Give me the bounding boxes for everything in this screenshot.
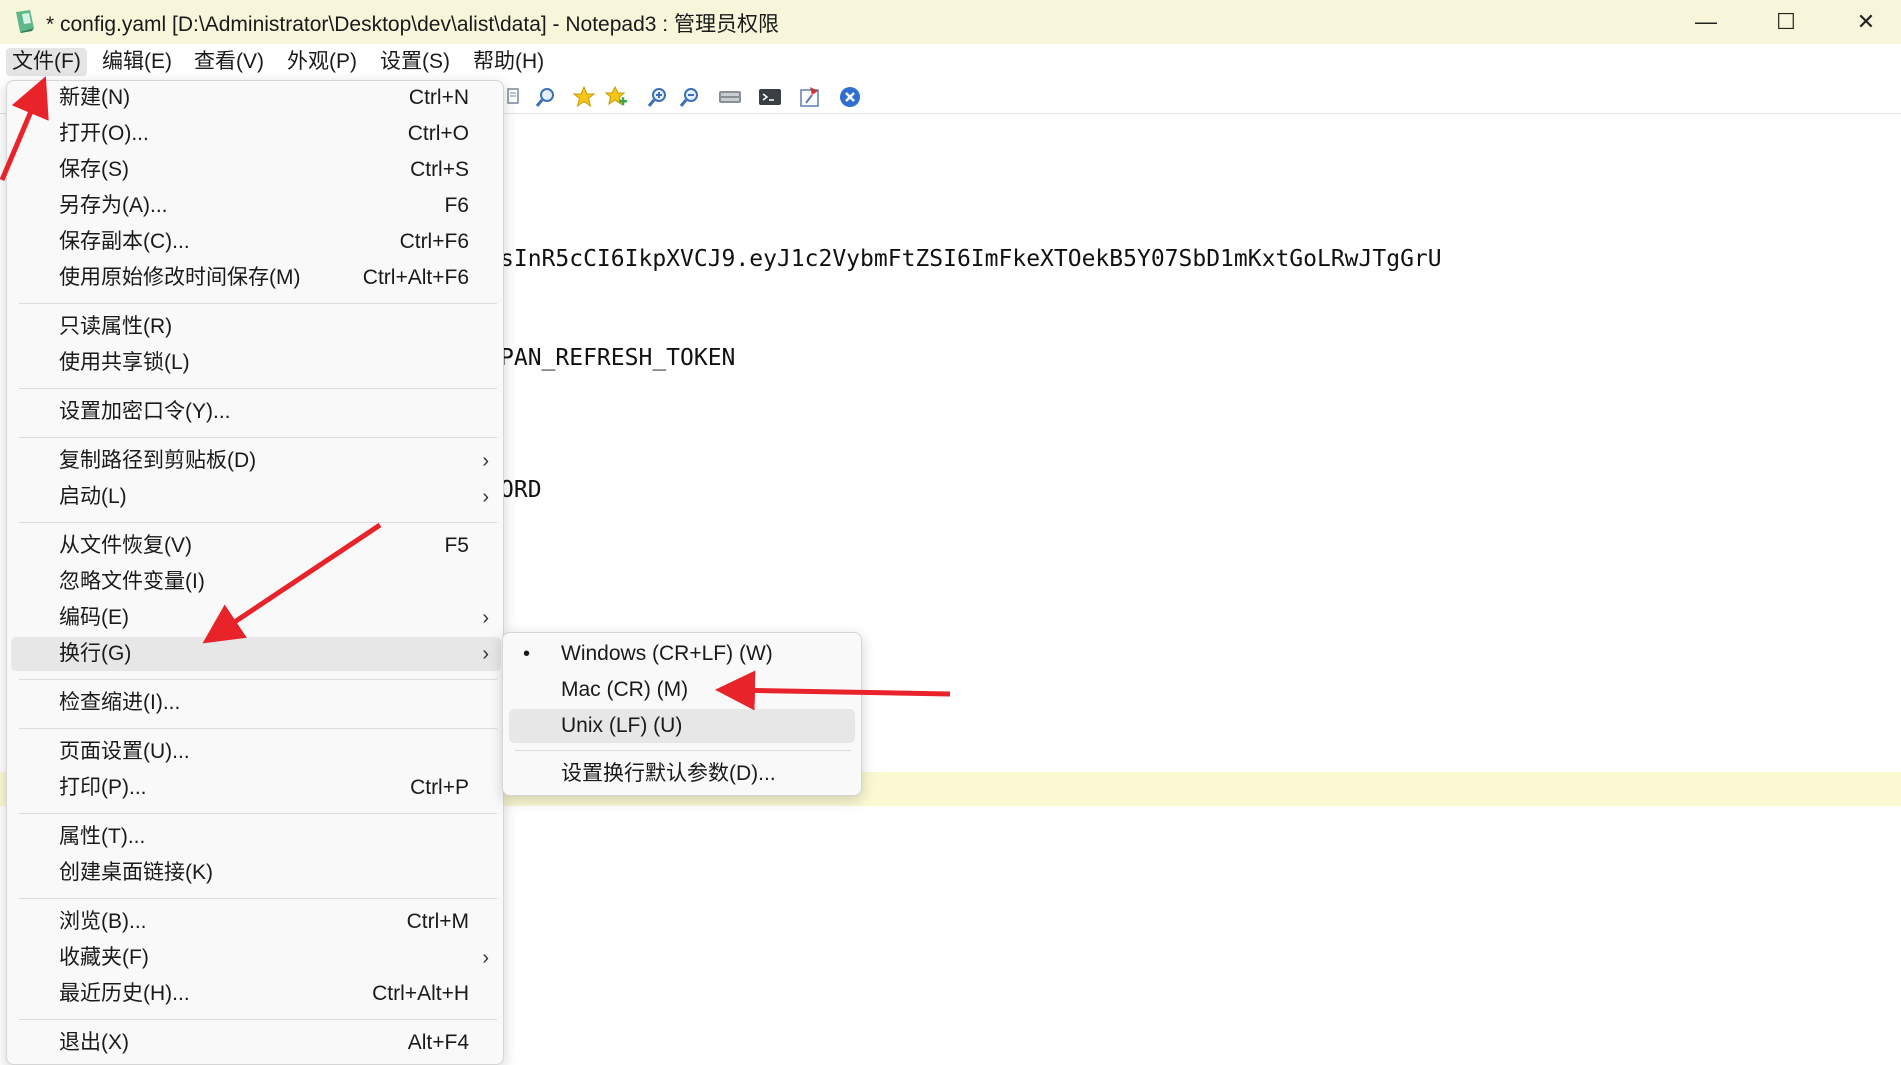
menu-separator [19,898,497,899]
menu-item-new[interactable]: 新建(N) Ctrl+N [11,81,501,115]
menu-separator [19,303,497,304]
window-title: * config.yaml [D:\Administrator\Desktop\… [46,13,779,36]
close-circle-icon[interactable] [838,85,862,109]
zoom-out-icon[interactable] [678,85,702,109]
menu-item-recent-history[interactable]: 最近历史(H)... Ctrl+Alt+H [11,977,501,1011]
editor-line: PAN_REFRESH_TOKEN [500,345,736,371]
menu-item-launch[interactable]: 启动(L) › [11,480,501,514]
minimize-icon: — [1695,9,1717,34]
menu-item-properties[interactable]: 属性(T)... [11,820,501,854]
chevron-right-icon: › [482,450,489,472]
submenu-item-windows-crlf[interactable]: • Windows (CR+LF) (W) [509,637,855,671]
chevron-right-icon: › [482,607,489,629]
menu-separator [515,750,851,751]
pin-icon[interactable] [798,85,822,109]
chevron-right-icon: › [482,643,489,665]
menu-item-open[interactable]: 打开(O)... Ctrl+O [11,117,501,151]
menu-separator [19,522,497,523]
line-ending-submenu: • Windows (CR+LF) (W) Mac (CR) (M) Unix (… [502,632,862,796]
notepad3-app-icon [16,10,34,33]
menu-item-line-endings[interactable]: 换行(G) › [11,637,501,671]
menu-item-shared-lock[interactable]: 使用共享锁(L) [11,346,501,380]
maximize-icon: ☐ [1776,9,1796,34]
menu-item-print[interactable]: 打印(P)... Ctrl+P [11,771,501,805]
minimize-button[interactable]: — [1666,0,1746,44]
menu-separator [19,388,497,389]
keyboard-icon[interactable] [718,85,742,109]
menu-item-page-setup[interactable]: 页面设置(U)... [11,735,501,769]
editor-line: ORD [500,477,542,503]
selected-bullet-icon: • [523,643,531,665]
chevron-right-icon: › [482,486,489,508]
file-menu-dropdown: 新建(N) Ctrl+N 打开(O)... Ctrl+O 保存(S) Ctrl+S 另… [6,80,504,1065]
menu-item-exit[interactable]: 退出(X) Alt+F4 [11,1026,501,1060]
menu-item-check-indent[interactable]: 检查缩进(I)... [11,686,501,720]
menu-file[interactable]: 文件(F) [6,48,87,76]
close-icon: ✕ [1856,9,1876,34]
menu-item-save-original-time[interactable]: 使用原始修改时间保存(M) Ctrl+Alt+F6 [11,261,501,295]
menu-help[interactable]: 帮助(H) [467,48,550,76]
favorite-star-icon[interactable] [572,85,596,109]
chevron-right-icon: › [482,947,489,969]
menu-item-save-copy[interactable]: 保存副本(C)... Ctrl+F6 [11,225,501,259]
maximize-button[interactable]: ☐ [1746,0,1826,44]
submenu-item-mac-cr[interactable]: Mac (CR) (M) [509,673,855,707]
menu-settings[interactable]: 设置(S) [374,48,456,76]
menu-edit[interactable]: 编辑(E) [96,48,178,76]
terminal-icon[interactable] [758,85,782,109]
submenu-item-unix-lf[interactable]: Unix (LF) (U) [509,709,855,743]
menu-separator [19,437,497,438]
close-button[interactable]: ✕ [1826,0,1901,44]
menu-view[interactable]: 查看(V) [188,48,270,76]
menu-item-save[interactable]: 保存(S) Ctrl+S [11,153,501,187]
menu-separator [19,679,497,680]
title-bar: * config.yaml [D:\Administrator\Desktop\… [0,0,1901,44]
menu-item-revert[interactable]: 从文件恢复(V) F5 [11,529,501,563]
menu-item-favorites[interactable]: 收藏夹(F) › [11,941,501,975]
menu-appearance[interactable]: 外观(P) [281,48,363,76]
menu-item-save-as[interactable]: 另存为(A)... F6 [11,189,501,223]
menu-item-read-only[interactable]: 只读属性(R) [11,310,501,344]
menu-item-browse[interactable]: 浏览(B)... Ctrl+M [11,905,501,939]
menu-item-copy-path[interactable]: 复制路径到剪贴板(D) › [11,444,501,478]
menu-item-encoding[interactable]: 编码(E) › [11,601,501,635]
menu-item-set-password[interactable]: 设置加密口令(Y)... [11,395,501,429]
add-favorite-icon[interactable] [604,85,628,109]
menu-item-desktop-link[interactable]: 创建桌面链接(K) [11,856,501,890]
menu-bar: 文件(F) 编辑(E) 查看(V) 外观(P) 设置(S) 帮助(H) [0,44,1901,78]
menu-separator [19,813,497,814]
menu-separator [19,728,497,729]
zoom-in-icon[interactable] [646,85,670,109]
submenu-item-line-ending-defaults[interactable]: 设置换行默认参数(D)... [509,757,855,791]
zoom-find-icon[interactable] [534,85,558,109]
menu-item-ignore-file-vars[interactable]: 忽略文件变量(I) [11,565,501,599]
menu-separator [19,1019,497,1020]
editor-line: sInR5cCI6IkpXVCJ9.eyJ1c2VybmFtZSI6ImFkeX… [500,246,1442,272]
find-icon[interactable] [504,85,528,109]
